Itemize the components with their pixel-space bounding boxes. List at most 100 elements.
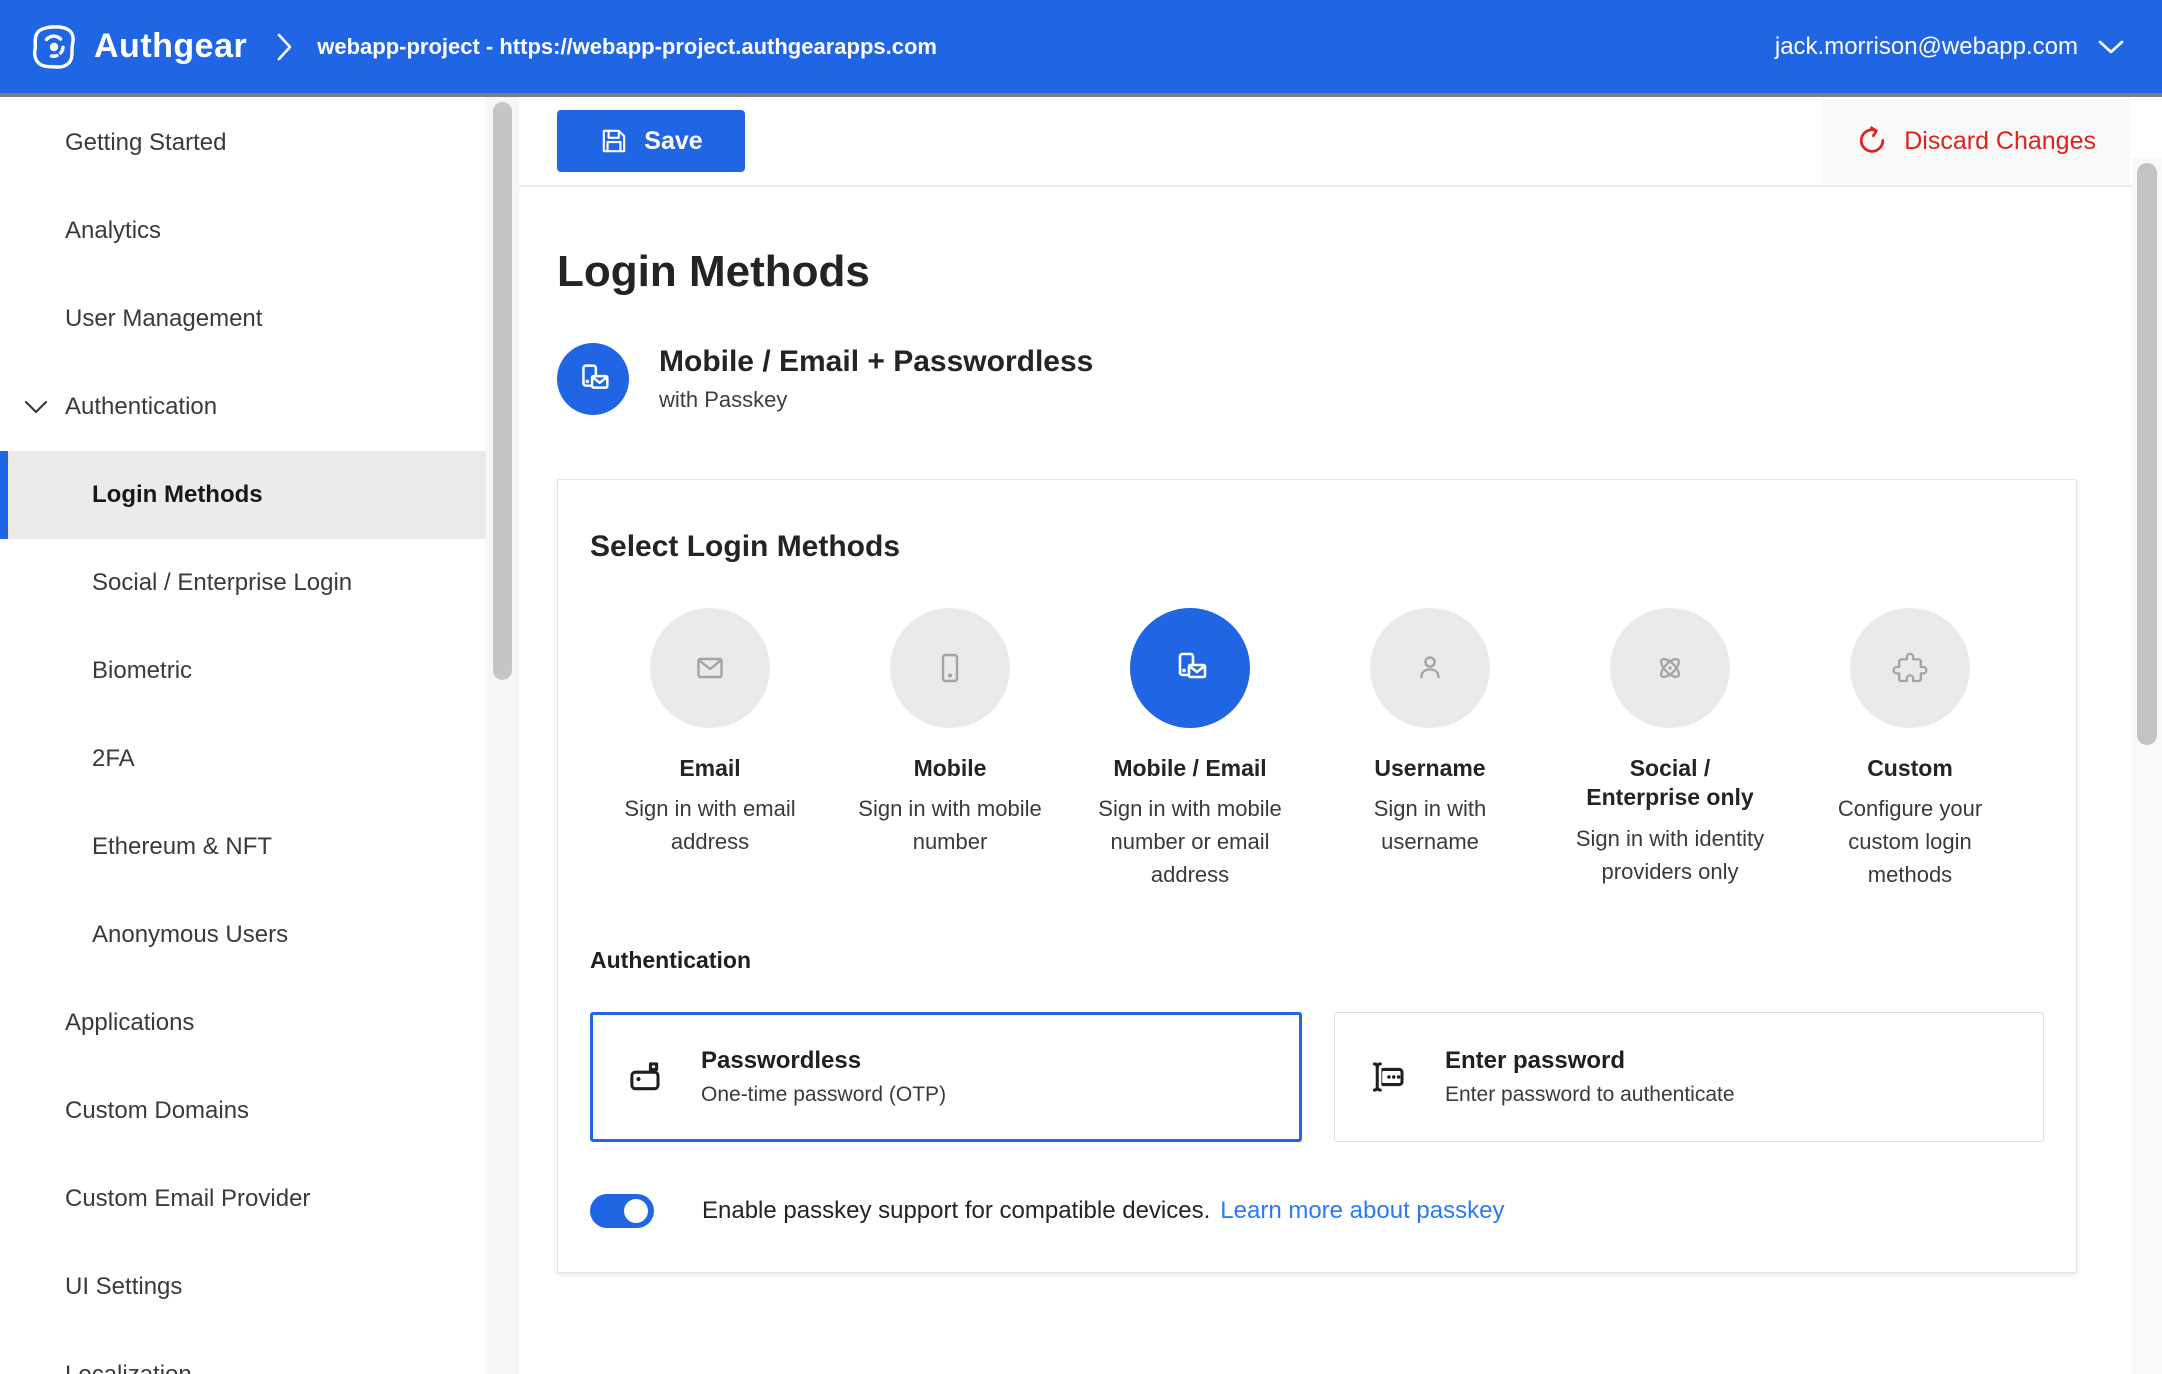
sidebar-item-user-management[interactable]: User Management [0, 275, 486, 363]
option-mobile[interactable]: Mobile Sign in with mobile number [830, 608, 1070, 891]
chevron-down-icon [22, 398, 50, 416]
sidebar-item-label: UI Settings [65, 1273, 182, 1301]
sidebar-scrollbar-thumb[interactable] [493, 102, 512, 680]
sidebar-item-label: Custom Email Provider [65, 1185, 310, 1213]
option-name: Social / Enterprise only [1583, 754, 1758, 813]
sidebar-item-label: Custom Domains [65, 1097, 249, 1125]
sidebar-item-getting-started[interactable]: Getting Started [0, 99, 486, 187]
option-description: Sign in with email address [614, 792, 806, 858]
email-icon [650, 608, 770, 728]
mobile-email-icon [1130, 608, 1250, 728]
option-name: Email [679, 754, 740, 783]
account-menu[interactable]: jack.morrison@webapp.com [1775, 33, 2126, 61]
option-username[interactable]: Username Sign in with username [1310, 608, 1550, 891]
option-custom[interactable]: Custom Configure your custom login metho… [1790, 608, 2030, 891]
sidebar-item-label: Ethereum & NFT [92, 833, 272, 861]
auth-option-description: Enter password to authenticate [1445, 1083, 1735, 1107]
toggle-knob [624, 1199, 648, 1223]
sidebar-item-localization[interactable]: Localization [0, 1331, 486, 1374]
reset-arrow-icon [1856, 125, 1888, 157]
sidebar-item-biometric[interactable]: Biometric [0, 627, 486, 715]
current-method-summary: Mobile / Email + Passwordless with Passk… [557, 343, 2077, 415]
option-description: Sign in with mobile number or email addr… [1094, 792, 1286, 891]
chevron-down-icon [2096, 37, 2126, 57]
option-description: Sign in with mobile number [854, 792, 1046, 858]
option-description: Configure your custom login methods [1814, 792, 2006, 891]
top-header-bar: Authgear webapp-project - https://webapp… [0, 0, 2162, 93]
main-scrollbar-thumb[interactable] [2137, 163, 2157, 745]
password-input-icon [1369, 1055, 1413, 1099]
sidebar-item-authentication[interactable]: Authentication [0, 363, 486, 451]
sidebar-item-custom-email-provider[interactable]: Custom Email Provider [0, 1155, 486, 1243]
page-content: Login Methods Mobile / Email + Passwordl… [557, 189, 2077, 1273]
brand-logo[interactable]: Authgear [30, 23, 247, 71]
discard-button-label: Discard Changes [1904, 127, 2096, 156]
sidebar-nav: Getting Started Analytics User Managemen… [0, 97, 486, 1374]
identity-providers-icon [1610, 608, 1730, 728]
breadcrumb[interactable]: webapp-project - https://webapp-project.… [317, 34, 937, 60]
option-name: Mobile / Email [1113, 754, 1266, 783]
sidebar-item-2fa[interactable]: 2FA [0, 715, 486, 803]
sidebar-item-anonymous-users[interactable]: Anonymous Users [0, 891, 486, 979]
sidebar-item-label: User Management [65, 305, 262, 333]
option-name: Custom [1867, 754, 1953, 783]
otp-mailbox-icon [625, 1055, 669, 1099]
main-scrollbar-track [2132, 158, 2162, 1374]
sidebar-item-label: Applications [65, 1009, 194, 1037]
auth-option-text: Enter password Enter password to authent… [1445, 1047, 1735, 1107]
option-description: Sign in with identity providers only [1574, 822, 1766, 888]
mobile-icon [890, 608, 1010, 728]
login-methods-card: Select Login Methods Email Sign in with … [557, 479, 2077, 1273]
sidebar-item-login-methods[interactable]: Login Methods [0, 451, 486, 539]
app-window: Authgear webapp-project - https://webapp… [0, 0, 2162, 1374]
option-email[interactable]: Email Sign in with email address [590, 608, 830, 891]
current-method-subtitle: with Passkey [659, 387, 1093, 413]
auth-option-enter-password[interactable]: Enter password Enter password to authent… [1334, 1012, 2044, 1142]
option-social-enterprise[interactable]: Social / Enterprise only Sign in with id… [1550, 608, 1790, 891]
sidebar-item-ui-settings[interactable]: UI Settings [0, 1243, 486, 1331]
command-bar: Save Discard Changes [519, 97, 2132, 187]
auth-option-passwordless[interactable]: Passwordless One-time password (OTP) [590, 1012, 1302, 1142]
passkey-toggle[interactable] [590, 1194, 654, 1228]
sidebar-item-label: Getting Started [65, 129, 226, 157]
sidebar-scrollbar-track [486, 97, 519, 1374]
sidebar-item-analytics[interactable]: Analytics [0, 187, 486, 275]
main-area: Save Discard Changes Login Methods [519, 97, 2162, 1374]
passkey-toggle-label: Enable passkey support for compatible de… [702, 1197, 1210, 1225]
page-title: Login Methods [557, 247, 2077, 297]
sidebar-item-ethereum-nft[interactable]: Ethereum & NFT [0, 803, 486, 891]
sidebar-item-custom-domains[interactable]: Custom Domains [0, 1067, 486, 1155]
discard-changes-button[interactable]: Discard Changes [1822, 98, 2130, 184]
sidebar-item-label: Biometric [92, 657, 192, 685]
login-method-options: Email Sign in with email address Mobile … [590, 608, 2044, 891]
account-email: jack.morrison@webapp.com [1775, 33, 2078, 61]
auth-option-text: Passwordless One-time password (OTP) [701, 1047, 946, 1107]
sidebar-item-label: 2FA [92, 745, 135, 773]
passkey-learn-more-link[interactable]: Learn more about passkey [1220, 1197, 1504, 1225]
select-login-methods-heading: Select Login Methods [590, 530, 2044, 564]
sidebar-item-label: Authentication [65, 393, 217, 421]
auth-option-title: Passwordless [701, 1047, 946, 1075]
save-button[interactable]: Save [557, 110, 745, 172]
sidebar-item-label: Analytics [65, 217, 161, 245]
authentication-heading: Authentication [590, 947, 2044, 974]
brand-name: Authgear [94, 27, 247, 66]
breadcrumb-chevron-icon [273, 30, 295, 64]
current-method-title: Mobile / Email + Passwordless [659, 345, 1093, 379]
authgear-logo-icon [30, 23, 78, 71]
person-icon [1370, 608, 1490, 728]
save-button-label: Save [644, 127, 702, 156]
auth-option-title: Enter password [1445, 1047, 1735, 1075]
option-name: Username [1374, 754, 1485, 783]
sidebar-item-label: Localization [65, 1361, 192, 1374]
sidebar-item-label: Login Methods [92, 481, 263, 509]
option-name: Mobile [914, 754, 987, 783]
puzzle-icon [1850, 608, 1970, 728]
option-description: Sign in with username [1334, 792, 1526, 858]
sidebar-item-label: Social / Enterprise Login [92, 569, 352, 597]
sidebar-item-social-enterprise-login[interactable]: Social / Enterprise Login [0, 539, 486, 627]
sidebar-item-label: Anonymous Users [92, 921, 288, 949]
option-mobile-email[interactable]: Mobile / Email Sign in with mobile numbe… [1070, 608, 1310, 891]
passkey-setting-row: Enable passkey support for compatible de… [590, 1194, 2044, 1228]
sidebar-item-applications[interactable]: Applications [0, 979, 486, 1067]
